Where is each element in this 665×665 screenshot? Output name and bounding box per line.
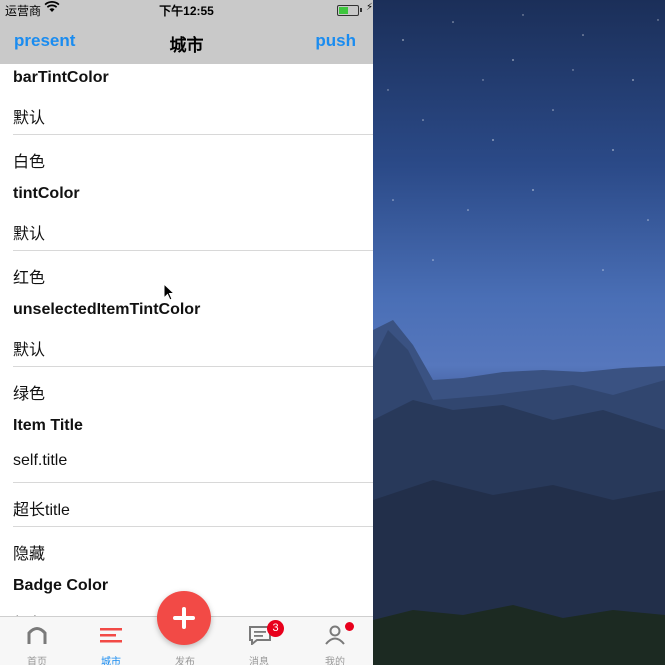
mountain-landscape — [373, 14, 665, 665]
settings-list: barTintColor 默认 白色 tintColor 默认 红色 unsel… — [0, 64, 373, 616]
tab-label: 城市 — [101, 657, 121, 665]
person-icon — [325, 625, 345, 645]
tab-profile[interactable]: 我的 — [298, 617, 372, 665]
profile-dot-badge — [345, 622, 354, 631]
home-icon — [27, 627, 47, 644]
publish-button[interactable] — [157, 591, 211, 645]
desktop-wallpaper — [373, 0, 665, 665]
list-item[interactable]: 绿色 — [13, 380, 45, 404]
tab-messages[interactable]: 消息 — [222, 617, 296, 665]
list-item[interactable]: 默认 — [13, 336, 45, 360]
divider — [13, 250, 373, 251]
list-item[interactable]: 默认 — [13, 104, 45, 128]
app-screen: 运营商 下午12:55 ⚡ present 城市 push barTintCol… — [0, 0, 373, 665]
section-header-tint-color: tintColor — [13, 185, 80, 202]
tab-label: 首页 — [27, 657, 47, 665]
mouse-cursor-icon — [163, 283, 175, 301]
section-header-item-title: Item Title — [13, 417, 83, 434]
list-item[interactable]: 隐藏 — [13, 540, 45, 564]
tab-home[interactable]: 首页 — [0, 617, 74, 665]
push-button[interactable]: push — [315, 31, 356, 51]
list-item[interactable]: 红色 — [13, 264, 45, 288]
list-item[interactable]: self.title — [13, 452, 67, 470]
divider — [13, 134, 373, 135]
tab-label: 消息 — [249, 657, 269, 665]
navigation-bar: present 城市 push — [0, 20, 373, 64]
status-bar: 运营商 下午12:55 ⚡ — [0, 0, 373, 20]
tab-label: 发布 — [175, 657, 195, 665]
section-header-badge-color: Badge Color — [13, 577, 109, 594]
list-icon — [100, 628, 122, 643]
list-item[interactable]: 默认 — [13, 220, 45, 244]
status-time: 下午12:55 — [159, 4, 214, 18]
tab-city[interactable]: 城市 — [74, 617, 148, 665]
list-item[interactable]: 白色 — [13, 148, 45, 172]
section-header-unselected-item-tint-color: unselectedItemTintColor — [13, 301, 201, 318]
section-header-bar-tint-color: barTintColor — [13, 69, 109, 86]
battery-icon — [337, 5, 362, 16]
charging-icon: ⚡ — [365, 2, 373, 13]
tab-label: 我的 — [325, 657, 345, 665]
list-item[interactable]: 超长title — [13, 496, 70, 520]
divider — [13, 482, 373, 483]
divider — [13, 526, 373, 527]
message-badge: 3 — [267, 620, 284, 637]
divider — [13, 366, 373, 367]
